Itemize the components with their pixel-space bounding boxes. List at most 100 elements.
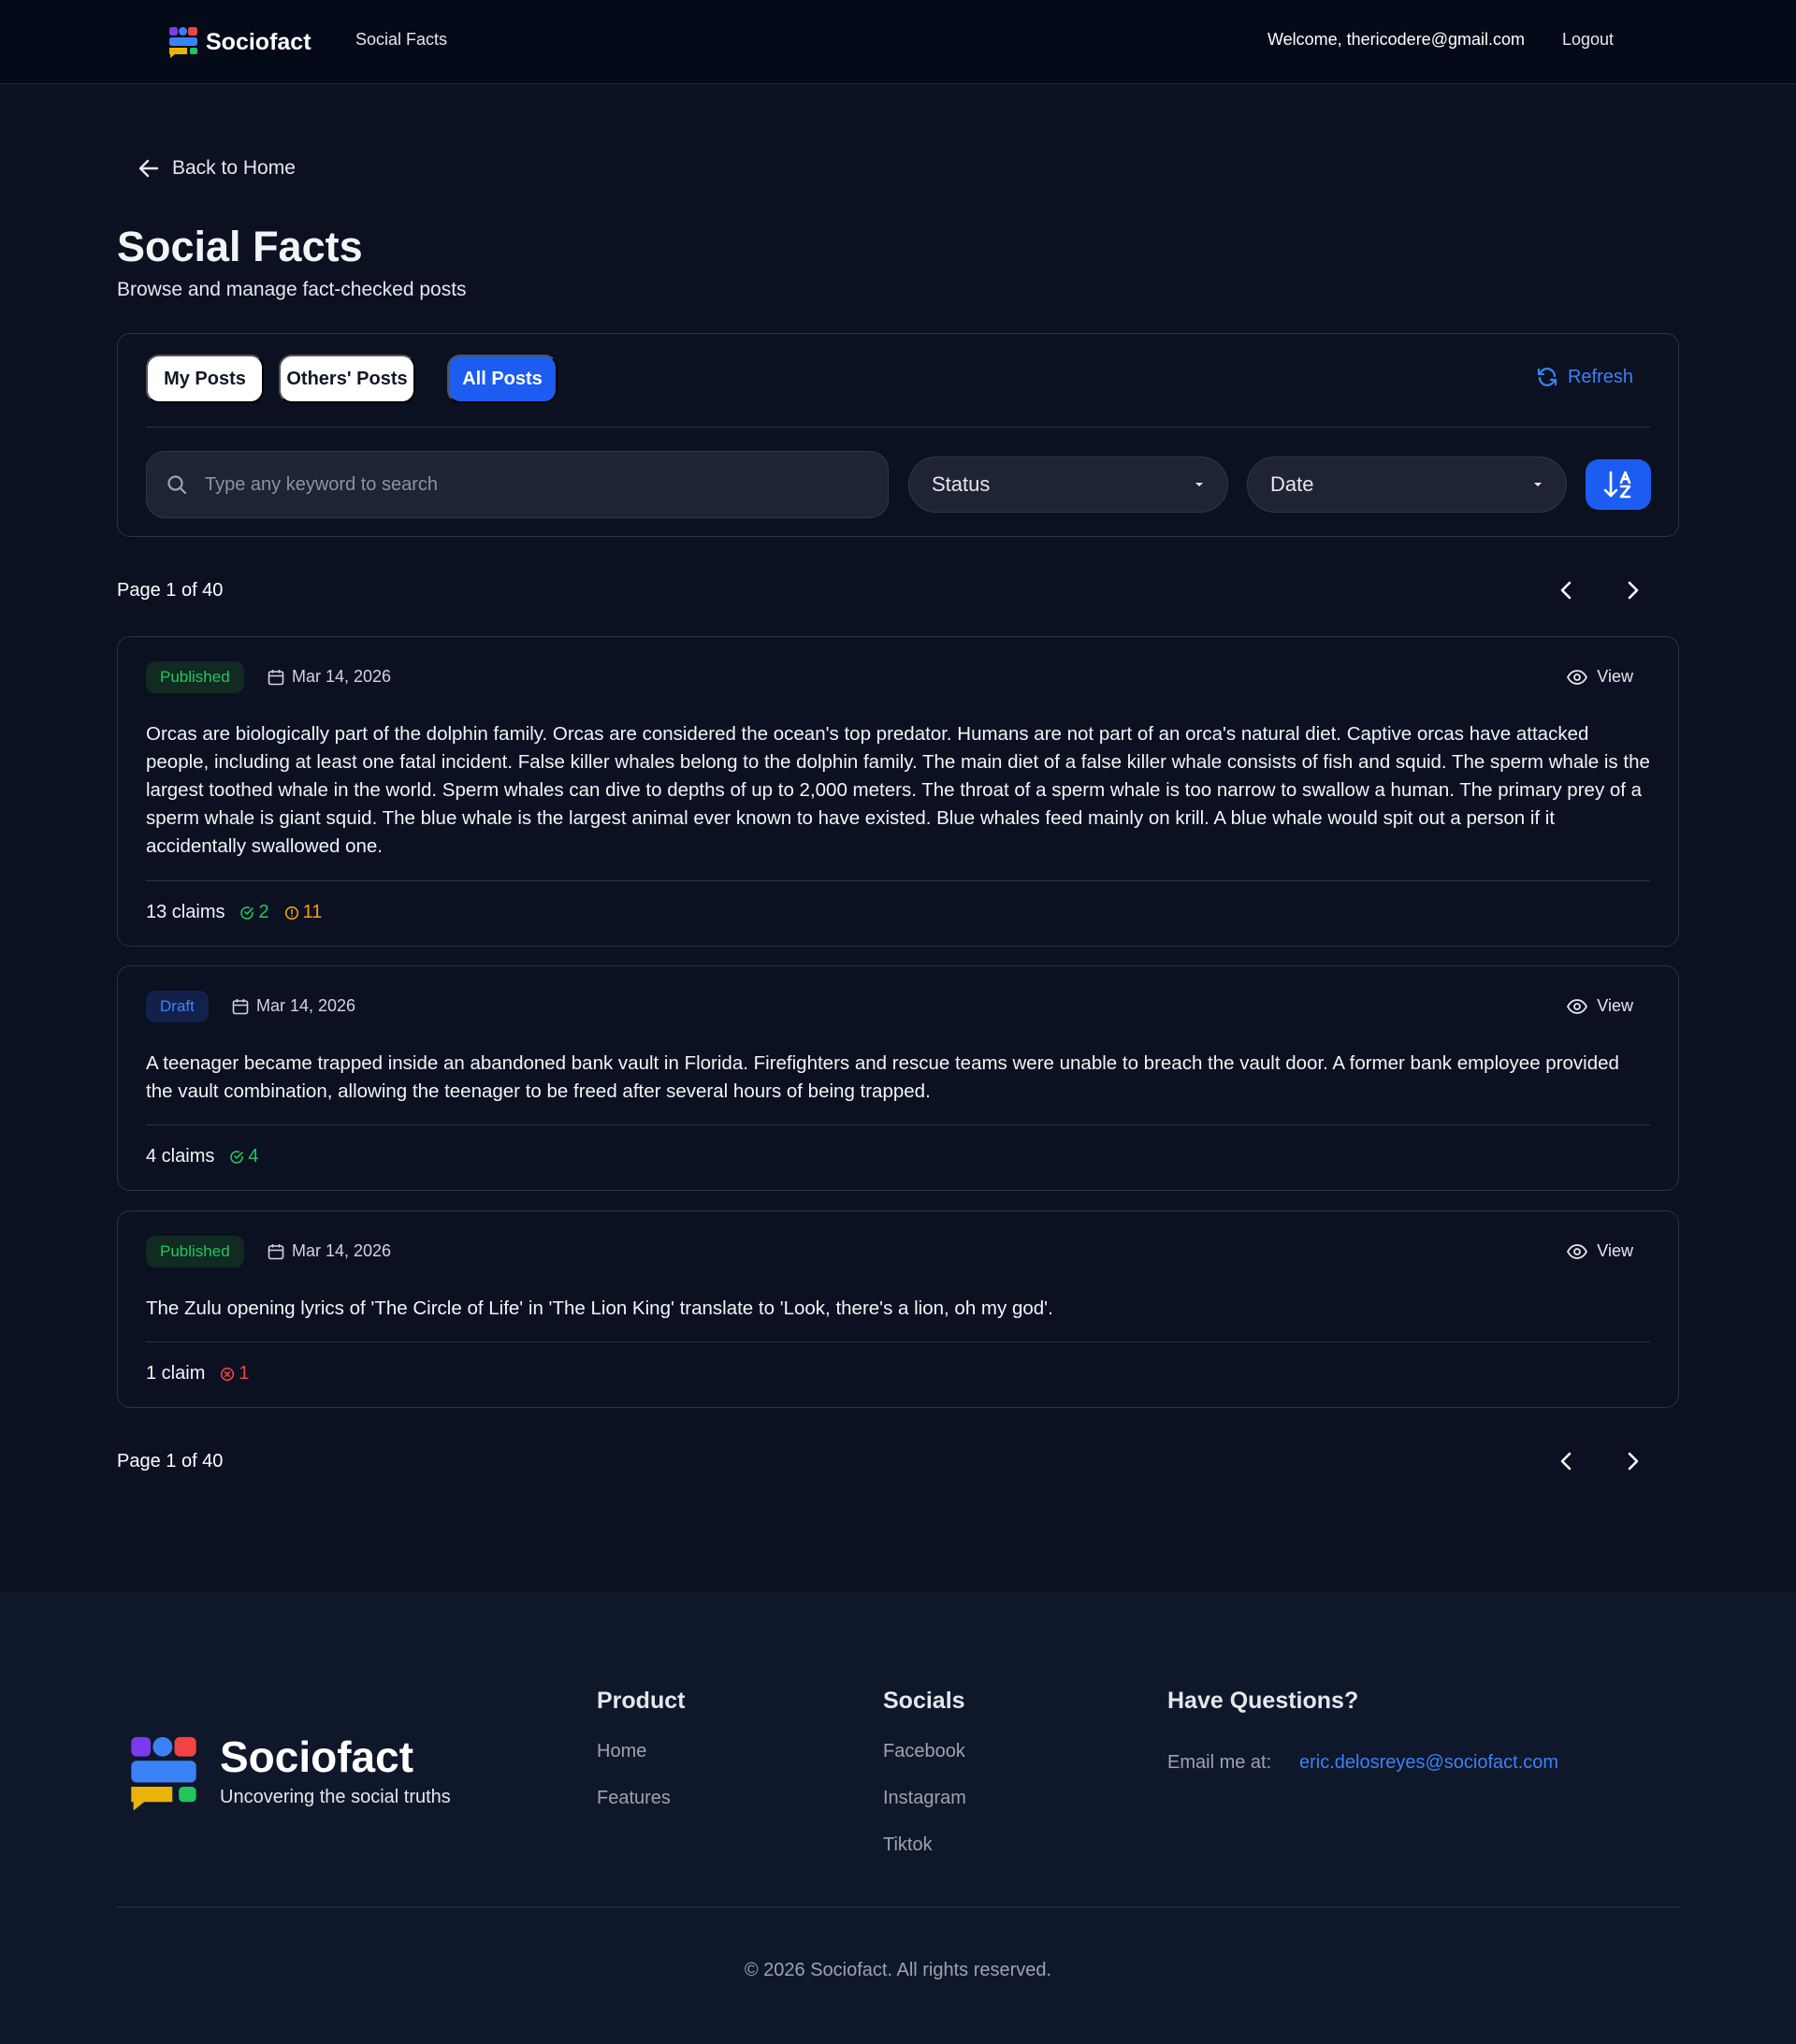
verified-count: 2: [258, 902, 269, 922]
view-post-button[interactable]: View: [1567, 1241, 1633, 1261]
warning-count: 11: [302, 902, 323, 922]
view-post-button[interactable]: View: [1567, 667, 1633, 687]
next-page-button[interactable]: [1623, 1449, 1642, 1476]
footer-link-home[interactable]: Home: [597, 1741, 646, 1762]
verified-count: 4: [248, 1146, 259, 1167]
verified-stat: 2: [239, 902, 269, 923]
tab-my-posts[interactable]: My Posts: [146, 355, 264, 403]
claims-count: 4 claims: [146, 1146, 215, 1167]
footer-link-facebook[interactable]: Facebook: [883, 1741, 965, 1762]
eye-icon: [1567, 998, 1588, 1014]
footer-socials-title: Socials: [883, 1688, 965, 1714]
chevron-right-icon: [1628, 581, 1639, 600]
footer-brand-name: Sociofact: [220, 1732, 414, 1781]
prev-page-button[interactable]: [1557, 1449, 1576, 1476]
view-label: View: [1597, 1241, 1633, 1260]
nav-social-facts[interactable]: Social Facts: [355, 30, 447, 50]
status-select-label: Status: [932, 472, 991, 496]
claims-count: 1 claim: [146, 1363, 206, 1384]
alert-circle-icon: [284, 906, 298, 920]
chevron-right-icon: [1628, 1452, 1639, 1471]
search-box[interactable]: [146, 451, 889, 518]
caret-down-icon: [1195, 483, 1203, 486]
post-text: The Zulu opening lyrics of 'The Circle o…: [146, 1297, 1053, 1319]
post-text: Orcas are biologically part of the dolph…: [146, 723, 1650, 857]
view-post-button[interactable]: View: [1567, 996, 1633, 1016]
post-date: Mar 14, 2026: [232, 996, 355, 1016]
page-indicator: Page 1 of 40: [117, 1451, 224, 1471]
sort-button[interactable]: [1586, 459, 1651, 510]
footer-link-features[interactable]: Features: [597, 1788, 671, 1809]
refresh-icon: [1537, 368, 1557, 386]
verified-stat: 4: [229, 1146, 258, 1167]
prev-page-button[interactable]: [1557, 578, 1576, 605]
calendar-icon: [268, 1243, 284, 1259]
footer-tagline: Uncovering the social truths: [220, 1787, 451, 1807]
next-page-button[interactable]: [1623, 578, 1642, 605]
check-circle-icon: [240, 906, 254, 920]
calendar-icon: [268, 669, 284, 685]
page-title: Social Facts: [117, 223, 363, 270]
welcome-text: Welcome, thericodere@gmail.com: [1267, 30, 1525, 49]
view-label: View: [1597, 667, 1633, 686]
chevron-left-icon: [1560, 1452, 1572, 1471]
check-circle-icon: [230, 1150, 244, 1164]
pagination-bottom: Page 1 of 40: [117, 1443, 1679, 1481]
status-badge: Draft: [146, 991, 209, 1022]
arrow-left-icon: [138, 159, 159, 178]
sort-alpha-icon: [1603, 471, 1631, 499]
top-navbar: Sociofact Social Facts Welcome, thericod…: [0, 0, 1796, 84]
calendar-icon: [232, 998, 249, 1014]
footer-link-instagram[interactable]: Instagram: [883, 1788, 966, 1809]
claims-count: 13 claims: [146, 902, 225, 922]
false-count: 1: [239, 1363, 250, 1384]
card-divider: [146, 880, 1650, 881]
pagination-top: Page 1 of 40: [117, 573, 1679, 610]
post-date: Mar 14, 2026: [268, 667, 391, 687]
footer-questions-title: Have Questions?: [1167, 1688, 1359, 1714]
footer-product-title: Product: [597, 1688, 686, 1714]
claims-summary: 4 claims 4: [146, 1146, 258, 1167]
sociofact-logo: [169, 27, 197, 58]
footer: Sociofact Uncovering the social truths P…: [0, 1591, 1796, 2044]
search-icon: [167, 475, 187, 495]
card-divider: [146, 1124, 1650, 1125]
eye-icon: [1567, 1243, 1588, 1259]
page-subtitle: Browse and manage fact-checked posts: [117, 279, 467, 300]
view-label: View: [1597, 996, 1633, 1015]
post-date-text: Mar 14, 2026: [292, 667, 392, 686]
claims-summary: 13 claims 2 11: [146, 902, 322, 923]
footer-link-tiktok[interactable]: Tiktok: [883, 1834, 933, 1856]
post-card[interactable]: Published Mar 14, 2026 View The Zulu ope…: [117, 1210, 1679, 1408]
post-card[interactable]: Draft Mar 14, 2026 View A teenager becam…: [117, 965, 1679, 1191]
status-badge: Published: [146, 661, 244, 693]
post-date-text: Mar 14, 2026: [256, 996, 356, 1015]
post-card[interactable]: Published Mar 14, 2026 View Orcas are bi…: [117, 636, 1679, 947]
footer-email-link[interactable]: eric.delosreyes@sociofact.com: [1299, 1752, 1558, 1774]
status-select[interactable]: Status: [908, 457, 1228, 513]
filter-panel: My Posts Others' Posts All Posts Refresh…: [117, 333, 1679, 537]
status-badge: Published: [146, 1236, 244, 1268]
eye-icon: [1567, 669, 1588, 685]
logout-button[interactable]: Logout: [1562, 30, 1614, 50]
date-select-label: Date: [1270, 472, 1314, 496]
warning-stat: 11: [284, 902, 323, 923]
search-input[interactable]: [205, 473, 841, 496]
false-stat: 1: [220, 1363, 249, 1384]
panel-divider: [146, 427, 1650, 428]
tab-all-posts[interactable]: All Posts: [447, 355, 558, 403]
post-text: A teenager became trapped inside an aban…: [146, 1052, 1619, 1102]
footer-copyright: © 2026 Sociofact. All rights reserved.: [744, 1960, 1052, 1980]
chevron-left-icon: [1560, 581, 1572, 600]
back-to-home-link[interactable]: Back to Home: [138, 157, 296, 180]
refresh-button[interactable]: Refresh: [1536, 366, 1633, 388]
page-indicator: Page 1 of 40: [117, 580, 224, 601]
date-select[interactable]: Date: [1247, 457, 1567, 513]
back-label: Back to Home: [172, 157, 296, 179]
footer-email-label: Email me at:: [1167, 1752, 1272, 1773]
footer-divider: [117, 1906, 1679, 1907]
refresh-label: Refresh: [1567, 366, 1633, 387]
brand-name: Sociofact: [206, 28, 311, 55]
tab-others-posts[interactable]: Others' Posts: [279, 355, 415, 403]
brand-logo-link[interactable]: Sociofact: [168, 26, 311, 58]
